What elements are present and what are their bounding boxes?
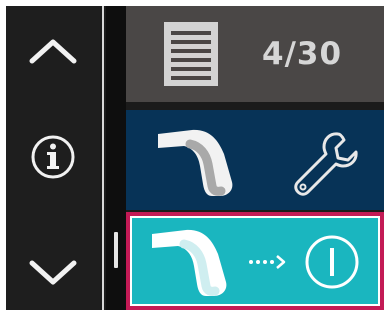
scrollbar-thumb[interactable]: [114, 232, 118, 268]
document-icon: [164, 22, 218, 86]
list-header: 4/30: [126, 6, 384, 102]
dotted-arrow-icon: [249, 255, 286, 269]
wrench-icon[interactable]: [292, 130, 358, 196]
info-button[interactable]: [6, 112, 100, 202]
left-control-strip: [6, 6, 100, 310]
divider: [102, 6, 104, 310]
selected-item-body: [132, 218, 378, 304]
tube-icon: [152, 229, 227, 296]
chevron-up-icon: [29, 39, 77, 64]
info-icon: [31, 135, 75, 179]
device-screen: 4/30: [6, 6, 384, 310]
scrollbar-track[interactable]: [106, 6, 126, 310]
list-item-selected[interactable]: [126, 212, 384, 310]
chevron-down-icon: [29, 260, 77, 285]
power-icon[interactable]: [304, 234, 360, 290]
scroll-up-button[interactable]: [6, 6, 100, 96]
list-item[interactable]: [126, 110, 384, 210]
tube-icon: [158, 129, 233, 196]
page-counter: 4/30: [262, 36, 343, 72]
scroll-down-button[interactable]: [6, 234, 100, 310]
